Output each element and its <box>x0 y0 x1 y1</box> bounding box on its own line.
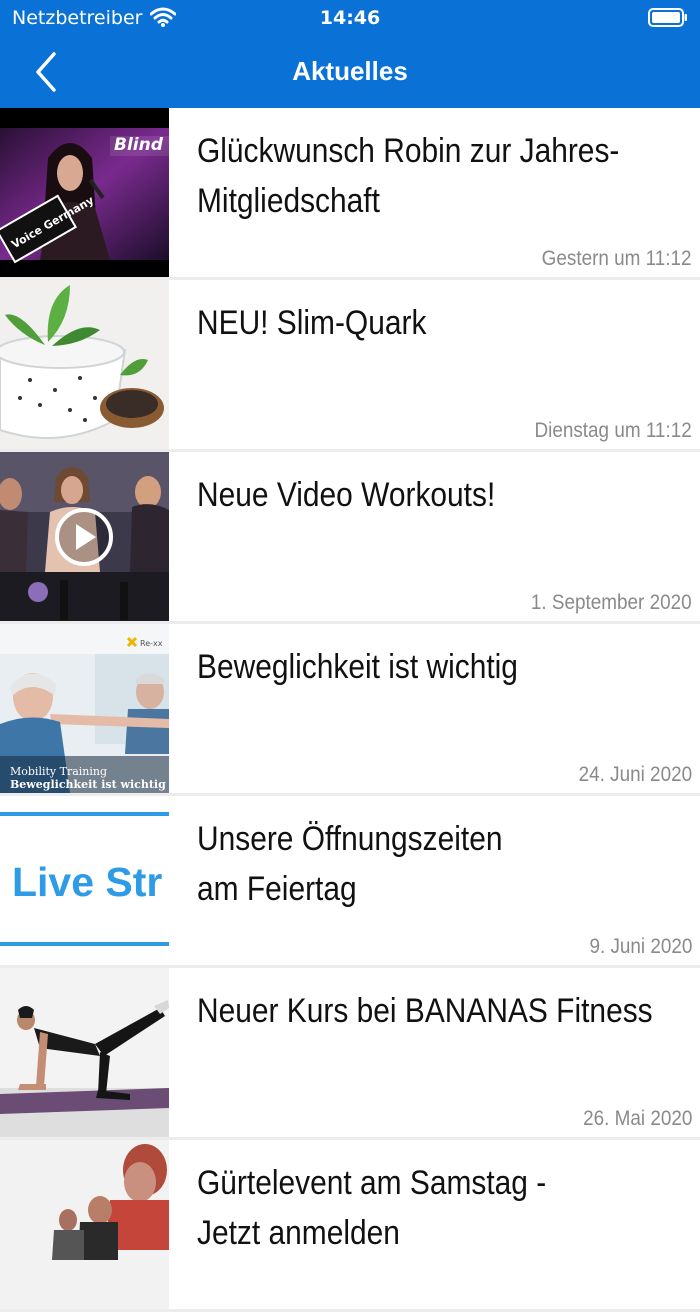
thumb-logo: Re-xx <box>140 639 163 648</box>
navigation-bar: Aktuelles <box>0 36 700 108</box>
news-thumbnail <box>0 968 169 1137</box>
news-date: Gestern um 11:12 <box>542 247 692 270</box>
news-list: Blind Voice Germany Glückwunsch Robin zu… <box>0 108 700 1312</box>
news-date: 1. September 2020 <box>531 591 692 614</box>
news-title: Gürtelevent am Samstag - Jetzt anmelden <box>197 1158 686 1258</box>
news-title-line: am Feiertag <box>197 870 357 908</box>
news-date: 9. Juni 2020 <box>589 935 692 958</box>
news-thumbnail <box>0 452 169 621</box>
news-title-line: Glückwunsch Robin zur Jahres- <box>197 132 620 170</box>
play-icon <box>55 508 113 566</box>
thumb-caption: Mobility Training <box>10 765 107 778</box>
page-title: Aktuelles <box>292 56 408 86</box>
news-title-line: Neue Video Workouts! <box>197 476 496 514</box>
news-title: Unsere Öffnungszeiten am Feiertag <box>197 814 686 914</box>
news-thumbnail: Mobility Training Beweglichkeit ist wich… <box>0 624 169 793</box>
news-thumbnail <box>0 1140 169 1309</box>
news-thumbnail: Blind Voice Germany <box>0 108 169 277</box>
news-title-line: Beweglichkeit ist wichtig <box>197 648 518 686</box>
news-title-line: Unsere Öffnungszeiten <box>197 820 503 858</box>
news-title: Neuer Kurs bei BANANAS Fitness <box>197 986 686 1036</box>
news-item[interactable]: NEU! Slim-Quark Dienstag um 11:12 <box>0 280 700 449</box>
status-time: 14:46 <box>319 7 381 29</box>
news-title-line: Neuer Kurs bei BANANAS Fitness <box>197 992 653 1030</box>
news-date: 24. Juni 2020 <box>578 763 692 786</box>
news-thumbnail: Live Str <box>0 796 169 965</box>
news-title: Neue Video Workouts! <box>197 470 686 520</box>
news-item[interactable]: Neuer Kurs bei BANANAS Fitness 26. Mai 2… <box>0 968 700 1137</box>
news-thumbnail <box>0 280 169 449</box>
news-item[interactable]: Live Str Unsere Öffnungszeiten am Feiert… <box>0 796 700 965</box>
news-title: NEU! Slim-Quark <box>197 298 686 348</box>
news-date: Dienstag um 11:12 <box>534 419 692 442</box>
news-item[interactable]: Mobility Training Beweglichkeit ist wich… <box>0 624 700 793</box>
news-title-line: Mitgliedschaft <box>197 182 380 220</box>
news-title-line: Gürtelevent am Samstag - <box>197 1164 547 1202</box>
news-title-line: NEU! Slim-Quark <box>197 304 427 342</box>
news-item[interactable]: Gürtelevent am Samstag - Jetzt anmelden <box>0 1140 700 1309</box>
news-title-line: Jetzt anmelden <box>197 1214 400 1252</box>
thumb-text: Blind <box>114 135 164 155</box>
battery-icon <box>648 8 688 27</box>
news-item[interactable]: Neue Video Workouts! 1. September 2020 <box>0 452 700 621</box>
thumb-caption-bold: Beweglichkeit ist wichtig <box>10 778 166 791</box>
thumb-text: Live Str <box>12 859 162 905</box>
status-bar: Netzbetreiber 14:46 <box>0 0 700 36</box>
news-title: Glückwunsch Robin zur Jahres- Mitgliedsc… <box>197 126 686 226</box>
news-item[interactable]: Blind Voice Germany Glückwunsch Robin zu… <box>0 108 700 277</box>
news-date: 26. Mai 2020 <box>582 1107 692 1130</box>
news-title: Beweglichkeit ist wichtig <box>197 642 686 692</box>
